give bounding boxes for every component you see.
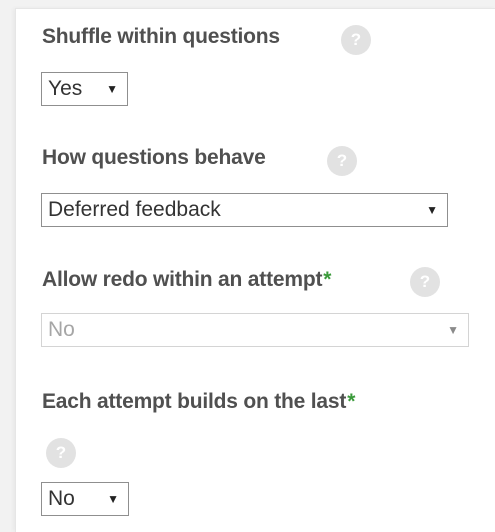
selected-value: Yes	[48, 77, 83, 100]
each-attempt-builds-select[interactable]: No ▼	[41, 482, 129, 516]
help-icon[interactable]: ?	[46, 438, 76, 468]
dropdown-arrow-icon: ▼	[106, 82, 118, 96]
required-marker: *	[323, 268, 332, 291]
allow-redo-select: No ▼	[41, 313, 469, 347]
how-questions-behave-select[interactable]: Deferred feedback ▼	[41, 193, 448, 227]
help-icon[interactable]: ?	[327, 146, 357, 176]
how-questions-behave-label: How questions behave	[42, 146, 266, 169]
help-icon[interactable]: ?	[410, 267, 440, 297]
dropdown-arrow-icon: ▼	[447, 323, 459, 337]
shuffle-within-questions-select[interactable]: Yes ▼	[41, 72, 128, 106]
selected-value: Deferred feedback	[48, 198, 221, 221]
each-attempt-builds-label: Each attempt builds on the last*	[42, 390, 356, 413]
required-marker: *	[347, 390, 356, 413]
allow-redo-label: Allow redo within an attempt*	[42, 268, 332, 291]
dropdown-arrow-icon: ▼	[107, 492, 119, 506]
help-icon[interactable]: ?	[341, 25, 371, 55]
dropdown-arrow-icon: ▼	[426, 203, 438, 217]
shuffle-within-questions-label: Shuffle within questions	[42, 25, 280, 48]
selected-value: No	[48, 487, 75, 510]
selected-value: No	[48, 318, 75, 341]
